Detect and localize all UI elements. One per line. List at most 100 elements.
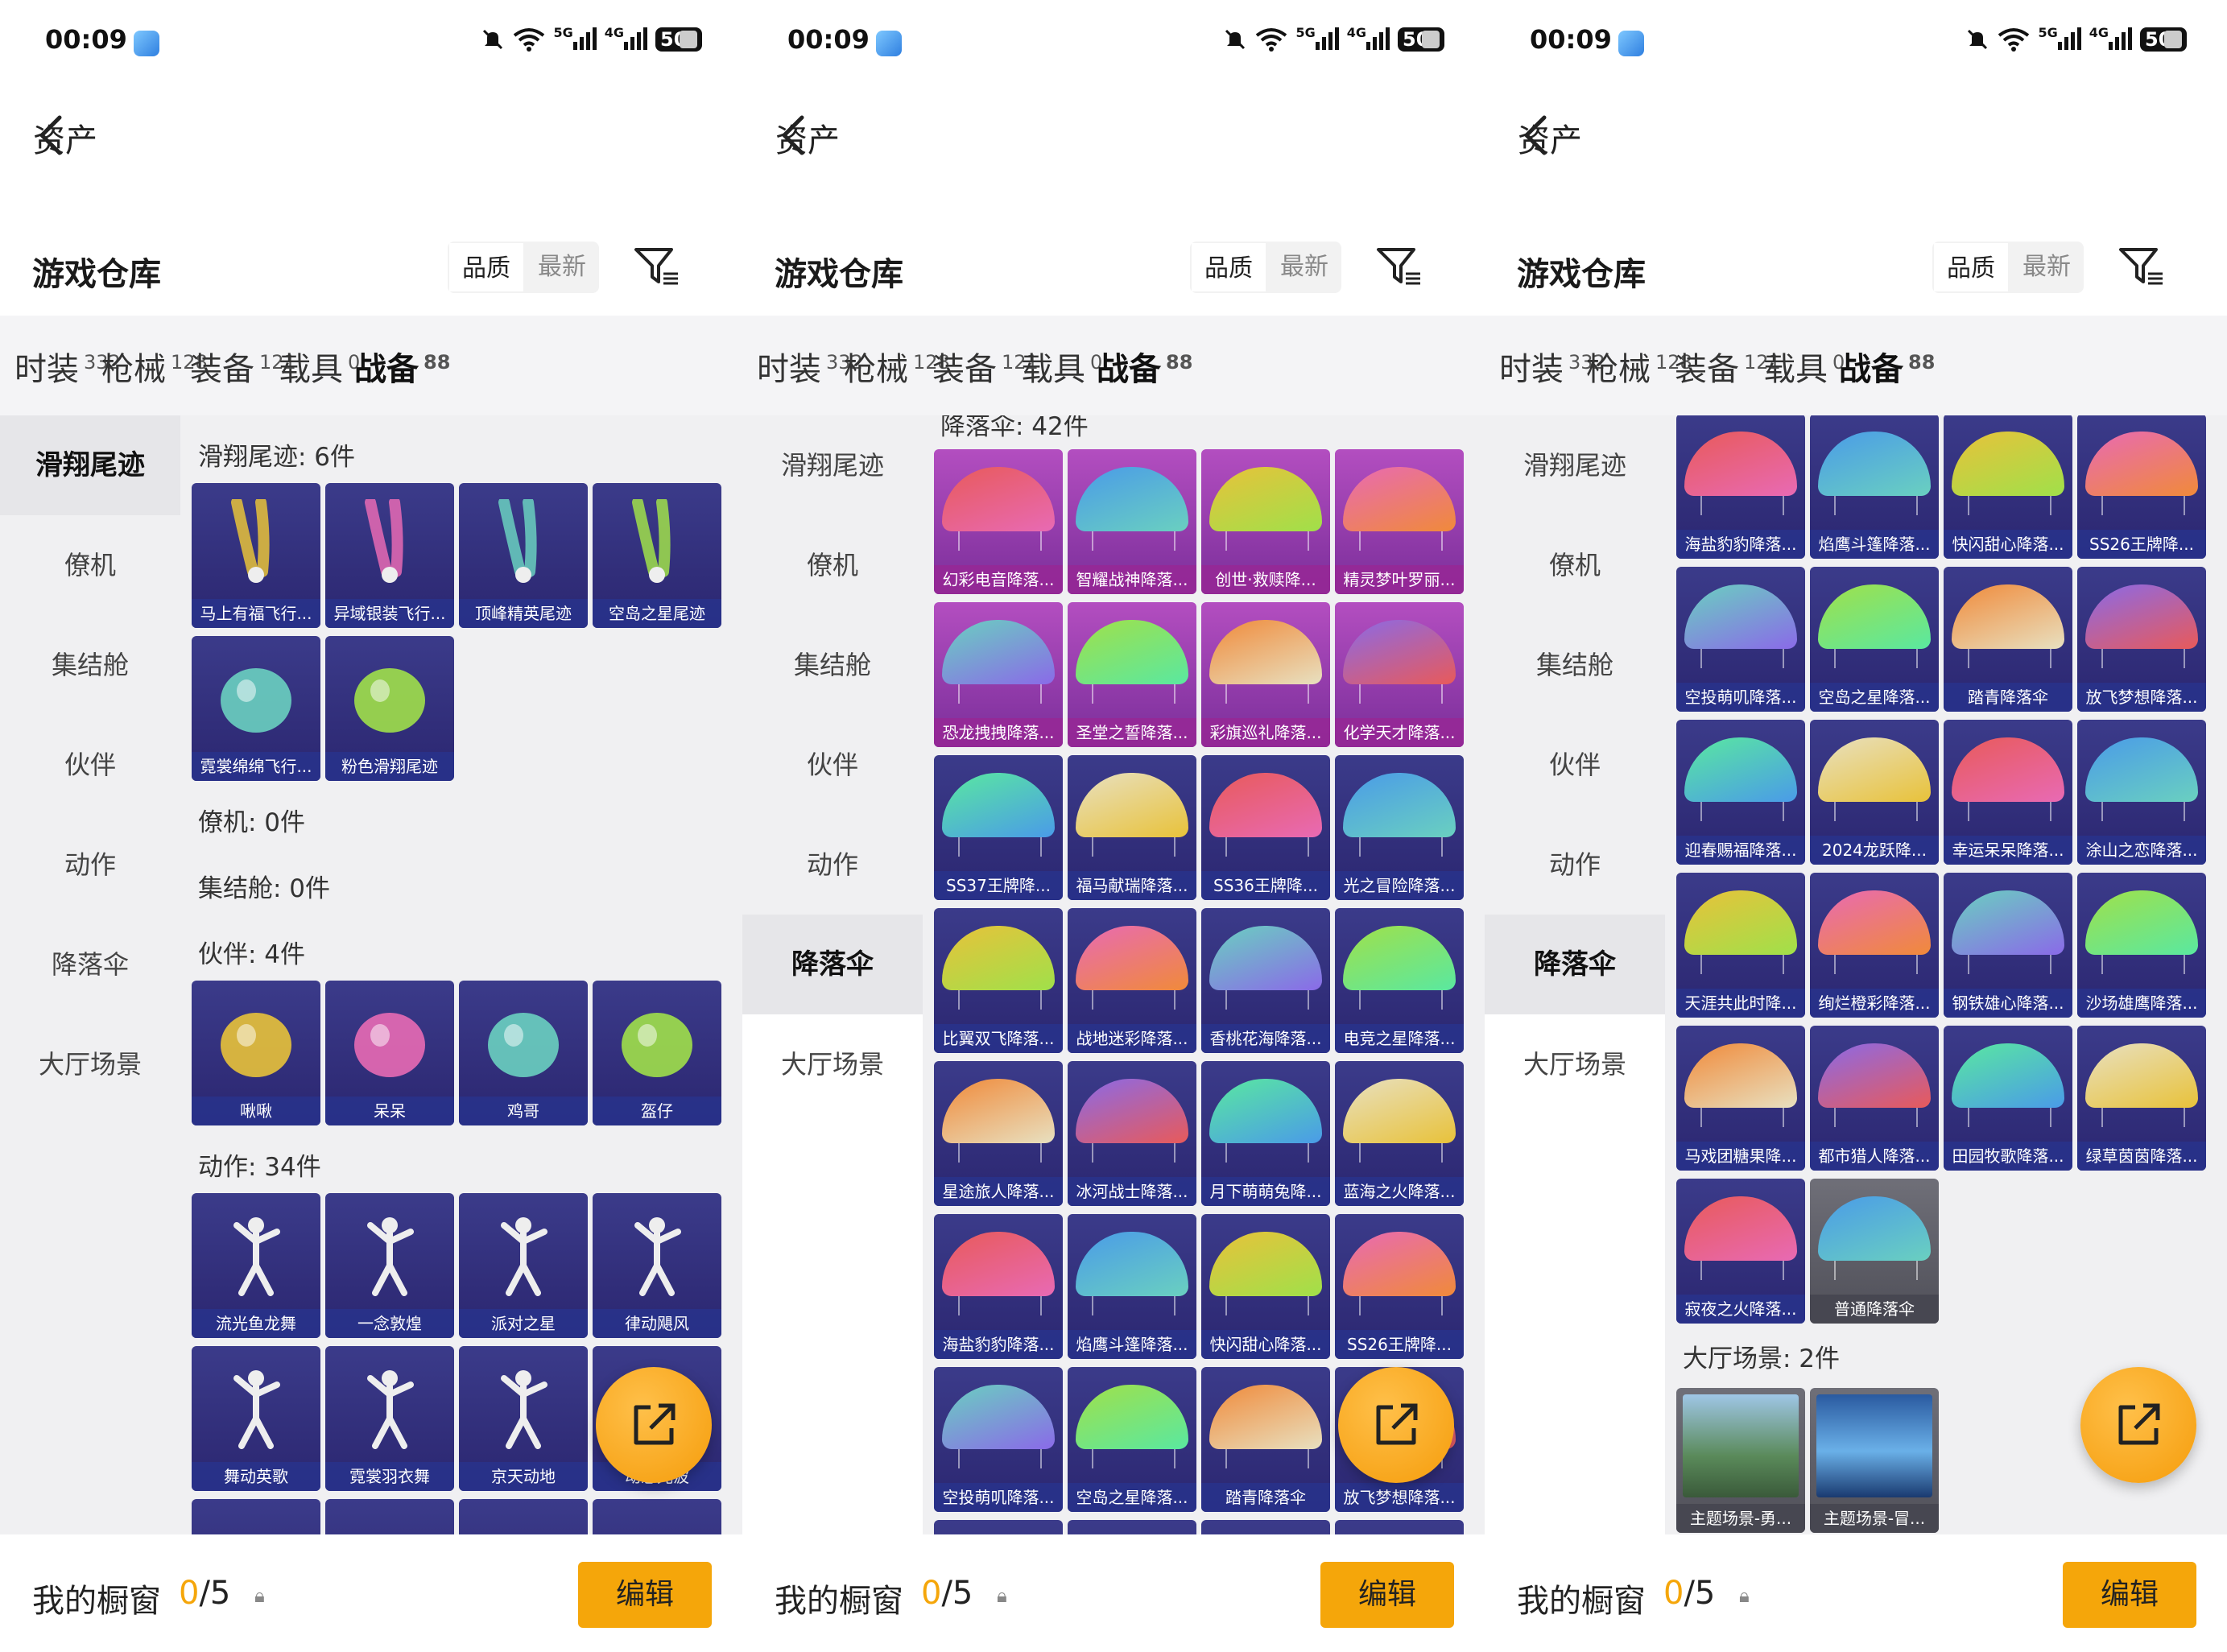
item-card[interactable]: 幸运呆呆降落...: [1944, 720, 2072, 865]
sidebar-item-1[interactable]: 僚机: [0, 515, 180, 615]
sidebar-item-0[interactable]: 滑翔尾迹: [742, 415, 923, 515]
item-card[interactable]: SS36王牌降...: [1201, 755, 1330, 900]
item-card[interactable]: 律动飓风: [593, 1193, 721, 1338]
sidebar-item-4[interactable]: 动作: [0, 815, 180, 915]
item-card-partial[interactable]: [934, 1520, 1063, 1534]
filter-icon[interactable]: [2116, 243, 2167, 291]
item-card[interactable]: 钢铁雄心降落...: [1944, 873, 2072, 1018]
item-card[interactable]: 焰鹰斗篷降落...: [1810, 415, 1939, 559]
sidebar-item-2[interactable]: 集结舱: [1485, 615, 1665, 715]
tab-vehicle[interactable]: 载具 0: [1021, 343, 1102, 390]
sidebar-item-6[interactable]: 大厅场景: [1485, 1014, 1665, 1114]
tab-combat[interactable]: 战备 88: [354, 343, 450, 423]
sidebar-item-6[interactable]: 大厅场景: [0, 1014, 180, 1114]
item-card[interactable]: 空岛之星降落...: [1068, 1367, 1196, 1512]
sort-quality-button[interactable]: 品质: [448, 242, 525, 293]
edit-button[interactable]: 编辑: [578, 1562, 712, 1628]
item-card[interactable]: 空投萌叽降落...: [934, 1367, 1063, 1512]
item-card[interactable]: 绚烂橙彩降落...: [1810, 873, 1939, 1018]
item-card-partial[interactable]: [1335, 1520, 1464, 1534]
item-card[interactable]: 快闪甜心降落...: [1944, 415, 2072, 559]
item-card-partial[interactable]: [325, 1499, 454, 1534]
sidebar-item-2[interactable]: 集结舱: [742, 615, 923, 715]
item-card[interactable]: 粉色滑翔尾迹: [325, 636, 454, 781]
item-card[interactable]: 放飞梦想降落...: [2077, 567, 2206, 712]
item-card[interactable]: 马上有福飞行...: [192, 483, 320, 628]
sort-latest-button[interactable]: 最新: [1267, 242, 1341, 293]
edit-button[interactable]: 编辑: [2063, 1562, 2196, 1628]
sort-latest-button[interactable]: 最新: [2010, 242, 2084, 293]
sidebar-item-5[interactable]: 降落伞: [0, 915, 180, 1014]
item-card[interactable]: 盔仔: [593, 981, 721, 1125]
scene-card[interactable]: 主题场景-勇...: [1676, 1388, 1805, 1533]
item-card[interactable]: 光之冒险降落...: [1335, 755, 1464, 900]
scene-card[interactable]: 主题场景-冒...: [1810, 1388, 1939, 1533]
item-card[interactable]: 比翼双飞降落...: [934, 908, 1063, 1053]
edit-button[interactable]: 编辑: [1320, 1562, 1454, 1628]
tab-vehicle[interactable]: 载具 0: [1763, 343, 1845, 390]
item-card[interactable]: 2024龙跃降...: [1810, 720, 1939, 865]
item-card[interactable]: 冰河战士降落...: [1068, 1061, 1196, 1206]
sidebar-item-5[interactable]: 降落伞: [1485, 915, 1665, 1014]
item-card[interactable]: 天涯共此时降...: [1676, 873, 1805, 1018]
sidebar-item-6[interactable]: 大厅场景: [742, 1014, 923, 1114]
tab-combat[interactable]: 战备 88: [1839, 343, 1935, 423]
item-card[interactable]: 电竞之星降落...: [1335, 908, 1464, 1053]
item-card[interactable]: 踏青降落伞: [1944, 567, 2072, 712]
sidebar-item-3[interactable]: 伙伴: [0, 715, 180, 815]
item-card[interactable]: 蓝海之火降落...: [1335, 1061, 1464, 1206]
item-card[interactable]: 海盐豹豹降落...: [934, 1214, 1063, 1359]
item-card-partial[interactable]: [1068, 1520, 1196, 1534]
item-card[interactable]: 快闪甜心降落...: [1201, 1214, 1330, 1359]
item-card-partial[interactable]: [459, 1499, 588, 1534]
tab-combat[interactable]: 战备 88: [1097, 343, 1192, 423]
item-card[interactable]: SS26王牌降...: [2077, 415, 2206, 559]
item-card[interactable]: 星途旅人降落...: [934, 1061, 1063, 1206]
item-card[interactable]: 田园牧歌降落...: [1944, 1026, 2072, 1171]
item-card[interactable]: 海盐豹豹降落...: [1676, 415, 1805, 559]
item-card-partial[interactable]: [593, 1499, 721, 1534]
item-card[interactable]: 恐龙拽拽降落...: [934, 602, 1063, 747]
item-card[interactable]: 福马献瑞降落...: [1068, 755, 1196, 900]
item-card[interactable]: 一念敦煌: [325, 1193, 454, 1338]
filter-icon[interactable]: [631, 243, 683, 291]
item-card[interactable]: 异域银装飞行...: [325, 483, 454, 628]
item-card[interactable]: 霓裳绵绵飞行...: [192, 636, 320, 781]
sidebar-item-1[interactable]: 僚机: [742, 515, 923, 615]
item-card[interactable]: 流光鱼龙舞: [192, 1193, 320, 1338]
item-card[interactable]: SS37王牌降...: [934, 755, 1063, 900]
item-card[interactable]: 智耀战神降落...: [1068, 449, 1196, 594]
item-card[interactable]: 都市猎人降落...: [1810, 1026, 1939, 1171]
item-card[interactable]: 焰鹰斗篷降落...: [1068, 1214, 1196, 1359]
sort-quality-button[interactable]: 品质: [1932, 242, 2010, 293]
item-card[interactable]: 绿草茵茵降落...: [2077, 1026, 2206, 1171]
item-card[interactable]: 圣堂之誓降落...: [1068, 602, 1196, 747]
item-card[interactable]: SS26王牌降...: [1335, 1214, 1464, 1359]
item-card[interactable]: 寂夜之火降落...: [1676, 1179, 1805, 1324]
sort-quality-button[interactable]: 品质: [1190, 242, 1267, 293]
item-card[interactable]: 精灵梦叶罗丽...: [1335, 449, 1464, 594]
item-card[interactable]: 踏青降落伞: [1201, 1367, 1330, 1512]
item-card[interactable]: 月下萌萌兔降...: [1201, 1061, 1330, 1206]
item-card[interactable]: 香桃花海降落...: [1201, 908, 1330, 1053]
item-card-partial[interactable]: [192, 1499, 320, 1534]
item-card[interactable]: 沙场雄鹰降落...: [2077, 873, 2206, 1018]
item-card[interactable]: 彩旗巡礼降落...: [1201, 602, 1330, 747]
sidebar-item-3[interactable]: 伙伴: [742, 715, 923, 815]
share-float-button[interactable]: [1338, 1367, 1454, 1483]
item-card-partial[interactable]: [1201, 1520, 1330, 1534]
item-card[interactable]: 战地迷彩降落...: [1068, 908, 1196, 1053]
item-card[interactable]: 幻彩电音降落...: [934, 449, 1063, 594]
sidebar-item-0[interactable]: 滑翔尾迹: [1485, 415, 1665, 515]
item-card[interactable]: 啾啾: [192, 981, 320, 1125]
sidebar-item-4[interactable]: 动作: [1485, 815, 1665, 915]
filter-icon[interactable]: [1374, 243, 1425, 291]
sort-latest-button[interactable]: 最新: [525, 242, 599, 293]
item-card[interactable]: 普通降落伞: [1810, 1179, 1939, 1324]
item-card[interactable]: 顶峰精英尾迹: [459, 483, 588, 628]
sidebar-item-3[interactable]: 伙伴: [1485, 715, 1665, 815]
item-card[interactable]: 马戏团糖果降...: [1676, 1026, 1805, 1171]
item-card[interactable]: 派对之星: [459, 1193, 588, 1338]
share-float-button[interactable]: [2080, 1367, 2196, 1483]
sidebar-item-1[interactable]: 僚机: [1485, 515, 1665, 615]
